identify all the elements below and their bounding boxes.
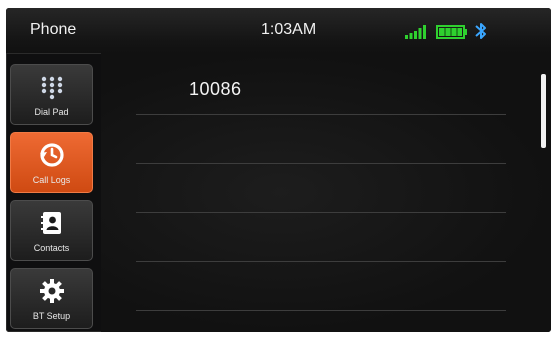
call-log-list: 10086 xyxy=(101,53,551,332)
device-frame: Phone 1:03AM Dial Pad Call Logs Contacts… xyxy=(0,0,557,338)
sidebar: Dial Pad Call Logs Contacts BT Setup xyxy=(6,53,101,332)
sidebar-item-bt-setup[interactable]: BT Setup xyxy=(10,268,93,329)
battery-icon xyxy=(436,25,467,39)
status-bar: Phone 1:03AM xyxy=(6,8,551,54)
clock: 1:03AM xyxy=(261,21,317,38)
contacts-icon xyxy=(41,212,61,234)
history-icon xyxy=(40,143,64,167)
sidebar-item-dial-pad[interactable]: Dial Pad xyxy=(10,64,93,125)
app-title: Phone xyxy=(30,21,77,38)
row-divider xyxy=(136,114,506,115)
row-divider xyxy=(136,212,506,213)
sidebar-item-label: BT Setup xyxy=(32,311,71,321)
scrollbar-thumb[interactable] xyxy=(541,74,546,148)
dialpad-icon xyxy=(41,76,63,100)
phone-screen: Phone 1:03AM Dial Pad Call Logs Contacts… xyxy=(6,8,551,332)
row-divider xyxy=(136,163,506,164)
row-divider xyxy=(136,310,506,311)
sidebar-item-label: Call Logs xyxy=(32,175,71,185)
sidebar-item-call-logs[interactable]: Call Logs xyxy=(10,132,93,193)
sidebar-item-label: Contacts xyxy=(33,243,70,253)
sidebar-item-label: Dial Pad xyxy=(34,107,69,117)
sidebar-item-contacts[interactable]: Contacts xyxy=(10,200,93,261)
signal-icon xyxy=(405,25,426,39)
call-log-number: 10086 xyxy=(189,79,242,99)
row-divider xyxy=(136,261,506,262)
gear-icon xyxy=(40,279,64,303)
bluetooth-icon xyxy=(475,23,486,39)
